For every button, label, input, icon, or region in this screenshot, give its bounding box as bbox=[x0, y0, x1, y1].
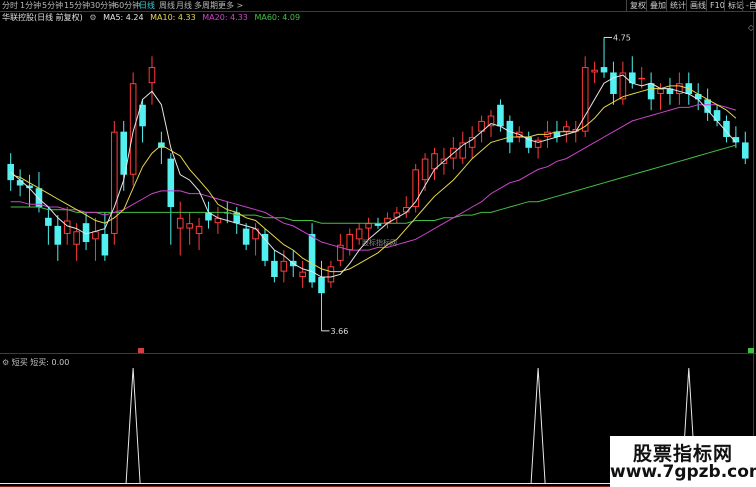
candle-body bbox=[318, 277, 325, 294]
candle-body bbox=[195, 225, 203, 234]
logo-line2: www.7gpzb.com bbox=[610, 462, 756, 482]
candle-body bbox=[186, 223, 193, 229]
candle-body bbox=[638, 77, 645, 80]
candle-body bbox=[261, 233, 269, 261]
candle-body bbox=[308, 233, 316, 283]
candle-body bbox=[16, 180, 24, 186]
candle-body bbox=[497, 104, 504, 127]
candle-body bbox=[242, 228, 250, 245]
indicator-name: 短买 bbox=[11, 358, 28, 367]
high-label: 4.75 bbox=[613, 33, 631, 42]
candle-body bbox=[591, 69, 598, 73]
candle-body bbox=[600, 67, 608, 73]
ma20-line bbox=[10, 104, 737, 251]
candle-body bbox=[129, 83, 137, 175]
indicator-legend: ⚙ 短买 短买: 0.00 bbox=[2, 357, 69, 368]
candle-body bbox=[92, 231, 99, 240]
signal-spike bbox=[125, 367, 141, 484]
candle-body bbox=[468, 137, 476, 148]
candle-body bbox=[563, 126, 570, 132]
low-label: 3.66 bbox=[330, 327, 348, 336]
indicator-value: 短买: 0.00 bbox=[30, 358, 70, 367]
marker-icon bbox=[748, 348, 754, 353]
candle-body bbox=[421, 158, 429, 181]
candle-body bbox=[365, 223, 372, 229]
candle-body bbox=[534, 139, 542, 148]
candle-body bbox=[214, 217, 222, 224]
candle-body bbox=[741, 142, 749, 159]
candle-body bbox=[280, 260, 288, 272]
ma60-line bbox=[10, 144, 737, 224]
candle-body bbox=[176, 217, 184, 229]
candle-body bbox=[581, 67, 589, 132]
candle-body bbox=[63, 220, 71, 234]
center-watermark: 股标指标网 bbox=[362, 239, 397, 247]
candle-body bbox=[713, 110, 721, 121]
signal-spike bbox=[530, 367, 546, 484]
candle-body bbox=[647, 83, 655, 100]
candle-body bbox=[73, 231, 80, 245]
candle-body bbox=[657, 88, 664, 94]
candle-body bbox=[610, 72, 617, 94]
candle-body bbox=[54, 225, 62, 245]
candle-body bbox=[167, 158, 175, 208]
site-logo: 股票指标网 www.7gpzb.com bbox=[610, 436, 756, 487]
candle-body bbox=[271, 260, 278, 278]
marker-icon bbox=[138, 348, 144, 353]
candle-body bbox=[327, 266, 335, 283]
candle-body bbox=[148, 67, 156, 84]
gear-icon[interactable]: ⚙ bbox=[2, 358, 9, 367]
candle-body bbox=[299, 271, 306, 278]
candle-body bbox=[45, 217, 52, 226]
candle-body bbox=[101, 233, 109, 256]
candle-body bbox=[431, 153, 438, 170]
candle-body bbox=[346, 233, 354, 251]
